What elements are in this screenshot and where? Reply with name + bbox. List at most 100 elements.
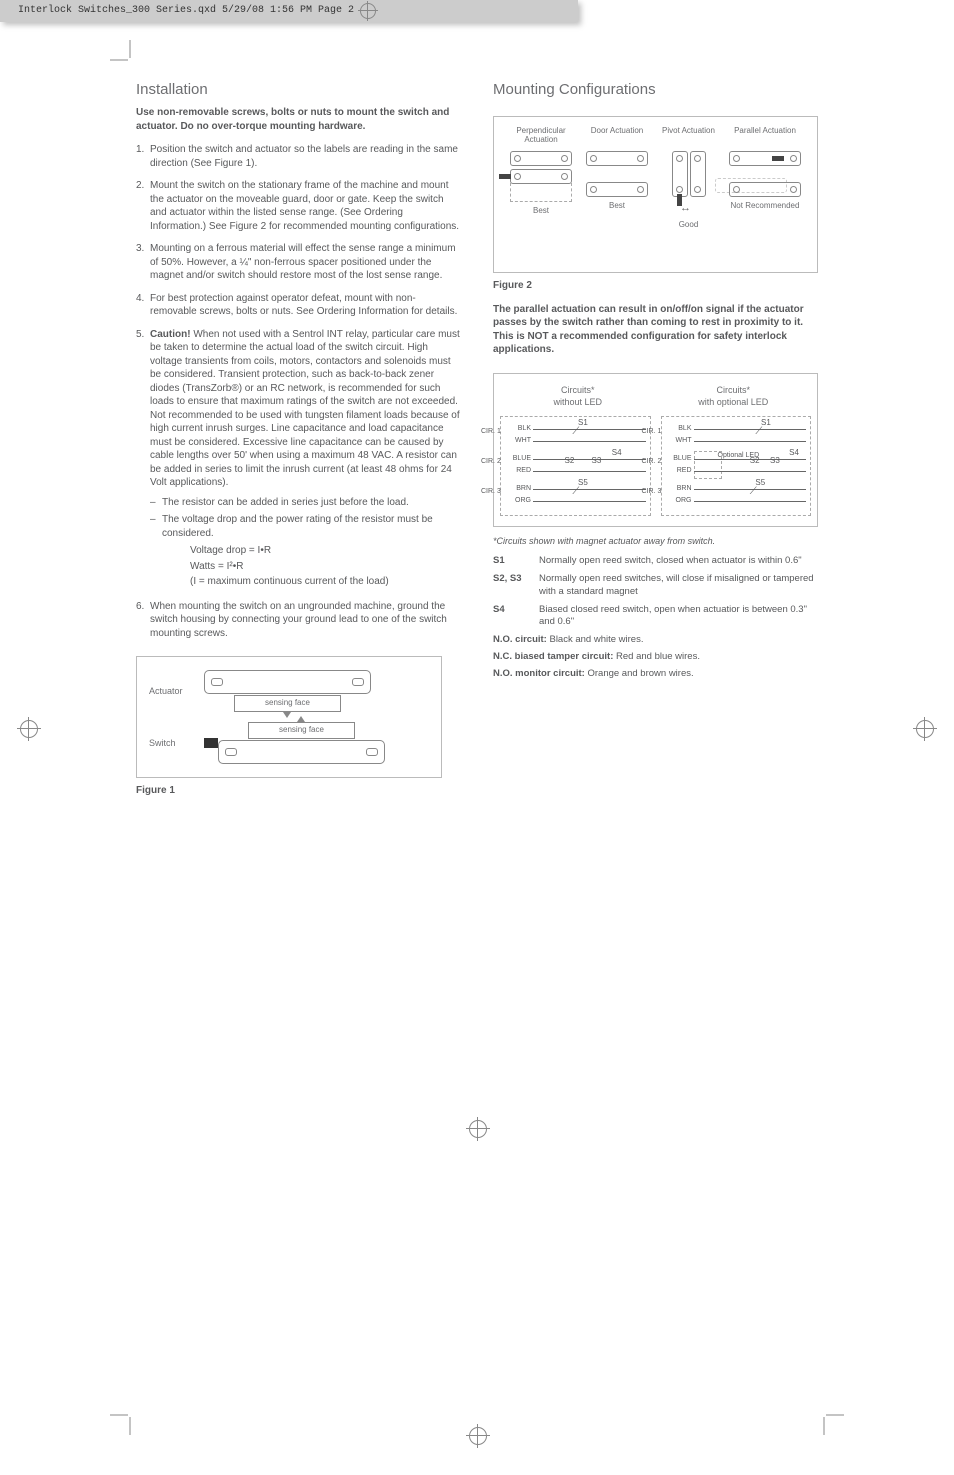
step-2: Mount the switch on the stationary frame…	[150, 179, 461, 233]
crop-mark	[814, 1405, 844, 1435]
eq-2: Watts = I²•R	[190, 560, 461, 574]
cir2-label: CIR. 2	[642, 457, 662, 466]
vert-rect	[690, 151, 706, 197]
figure-2-box: Perpendicular Actuation Best Door Actuat…	[493, 116, 818, 273]
legend-s23-k: S2, S3	[493, 573, 539, 599]
wire-label: WHT	[505, 436, 533, 445]
legend-s4-v: Biased closed reed switch, open when act…	[539, 604, 818, 630]
fig2-h4: Parallel Actuation	[734, 127, 796, 151]
mini-rect	[586, 182, 648, 197]
wire-label: BLUE	[666, 454, 694, 463]
fig2-b4: Not Recommended	[731, 201, 800, 212]
parallel-warning: The parallel actuation can result in on/…	[493, 303, 818, 357]
legend-nc: N.C. biased tamper circuit: Red and blue…	[493, 651, 818, 664]
eq-3: (I = maximum continuous current of the l…	[190, 575, 461, 589]
s3-label: S3	[770, 456, 780, 467]
figure-3-box: Circuits* without LED Circuits* with opt…	[493, 373, 818, 527]
registration-icon	[469, 1427, 487, 1445]
steps-list: 1.Position the switch and actuator so th…	[136, 143, 461, 640]
fig2-h1: Perpendicular Actuation	[510, 127, 572, 151]
cir2-label: CIR. 2	[481, 457, 501, 466]
s2-label: S2	[565, 456, 575, 467]
s1-label: S1	[761, 418, 771, 429]
legend-s23-v: Normally open reed switches, will close …	[539, 573, 818, 599]
fig2-h2: Door Actuation	[591, 127, 643, 151]
fig3-t1: Circuits* without LED	[500, 384, 656, 408]
wire-label: WHT	[666, 436, 694, 445]
legend-s4-k: S4	[493, 604, 539, 630]
legend-monitor: N.O. monitor circuit: Orange and brown w…	[493, 668, 818, 681]
left-column: Installation Use non-removable screws, b…	[136, 80, 461, 797]
wire-label: ORG	[666, 496, 694, 505]
wire-label: BRN	[505, 484, 533, 493]
crop-mark	[110, 1405, 140, 1435]
s1-label: S1	[578, 418, 588, 429]
switch-rect	[218, 740, 385, 764]
actuator-rect	[204, 670, 371, 694]
cir3-label: CIR. 3	[642, 487, 662, 496]
step-5: Caution! When not used with a Sentrol IN…	[150, 328, 461, 591]
registration-icon	[916, 720, 934, 738]
mini-rect	[729, 151, 801, 166]
registration-icon	[469, 1120, 487, 1138]
step-num: 2.	[136, 179, 150, 233]
wire-label: BLUE	[505, 454, 533, 463]
fig3-t2: Circuits* with optional LED	[656, 384, 812, 408]
fig2-b2: Best	[609, 201, 625, 212]
sensing-face-bottom: sensing face	[248, 722, 355, 739]
led-box	[694, 451, 722, 479]
crop-mark	[110, 40, 140, 70]
wire-label: ORG	[505, 496, 533, 505]
wire-label: BRN	[666, 484, 694, 493]
step-3: Mounting on a ferrous material will effe…	[150, 242, 461, 283]
circuits-note: *Circuits shown with magnet actuator awa…	[493, 535, 818, 547]
step-num: 1.	[136, 143, 150, 170]
cir1-label: CIR. 1	[642, 427, 662, 436]
s2-label: S2	[750, 456, 760, 467]
step-6: When mounting the switch on an ungrounde…	[150, 600, 461, 641]
wire-label: BLK	[505, 424, 533, 433]
fig2-h3: Pivot Actuation	[662, 127, 715, 151]
step-num: 4.	[136, 292, 150, 319]
circuits-led: CIR. 1 BLKS1⟋ WHT Optional LED CIR. 2 BL…	[661, 416, 812, 516]
legend-s1-v: Normally open reed switch, closed when a…	[539, 555, 818, 568]
step-num: 5.	[136, 328, 150, 591]
s3-label: S3	[592, 456, 602, 467]
legend-no: N.O. circuit: Black and white wires.	[493, 634, 818, 647]
circuits-no-led: CIR. 1 BLKS1⟋ WHT CIR. 2 BLUES2S3S4 RED …	[500, 416, 651, 516]
figure-1-caption: Figure 1	[136, 784, 461, 798]
sensing-face-top: sensing face	[234, 695, 341, 712]
eq-1: Voltage drop = I•R	[190, 544, 461, 558]
file-tag-text: Interlock Switches_300 Series.qxd 5/29/0…	[18, 4, 354, 18]
caution-label: Caution!	[150, 329, 191, 340]
figure-2-caption: Figure 2	[493, 279, 818, 293]
step-5-body: When not used with a Sentrol INT relay, …	[150, 329, 460, 489]
s4-label: S4	[612, 448, 622, 459]
actuator-label: Actuator	[149, 685, 204, 697]
step-4: For best protection against operator def…	[150, 292, 461, 319]
vert-rect	[672, 151, 688, 197]
mini-rect	[586, 151, 648, 166]
registration-icon	[20, 720, 38, 738]
cable-icon	[204, 738, 218, 748]
fig2-b1: Best	[533, 206, 549, 217]
cir3-label: CIR. 3	[481, 487, 501, 496]
mini-rect	[510, 151, 572, 166]
s5-label: S5	[578, 478, 588, 489]
wire-label: RED	[666, 466, 694, 475]
mini-rect	[510, 169, 572, 184]
legend-s1-k: S1	[493, 555, 539, 568]
registration-icon	[360, 3, 376, 19]
file-tag-bar: Interlock Switches_300 Series.qxd 5/29/0…	[0, 0, 578, 22]
switch-label: Switch	[149, 737, 204, 749]
mounting-heading: Mounting Configurations	[493, 80, 818, 100]
step-num: 3.	[136, 242, 150, 283]
intro-text: Use non-removable screws, bolts or nuts …	[136, 106, 461, 133]
wire-label: RED	[505, 466, 533, 475]
step-num: 6.	[136, 600, 150, 641]
bullet-2: The voltage drop and the power rating of…	[150, 513, 461, 540]
arrows-icon: ↔	[680, 201, 697, 216]
cir1-label: CIR. 1	[481, 427, 501, 436]
right-column: Mounting Configurations Perpendicular Ac…	[493, 80, 818, 797]
installation-heading: Installation	[136, 80, 461, 100]
